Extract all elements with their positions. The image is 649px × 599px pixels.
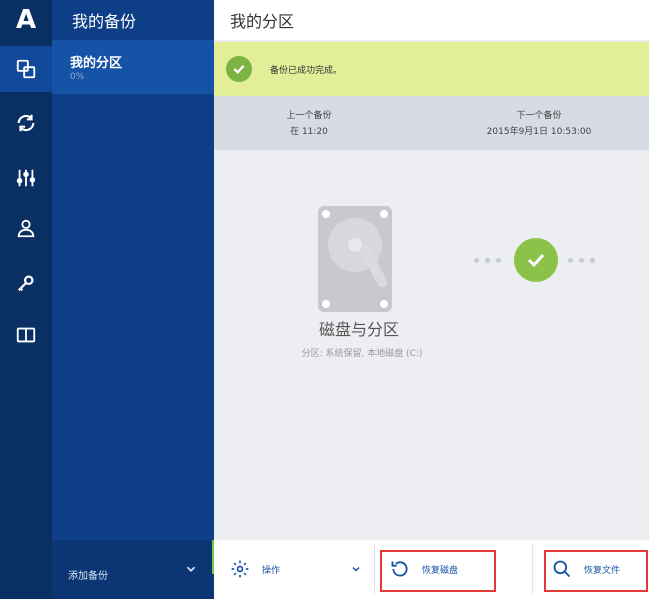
- sidebar-item-label: 我的分区: [70, 56, 123, 71]
- connector-dot: [568, 258, 573, 263]
- rail-item-sync[interactable]: [0, 100, 52, 146]
- connector-dot: [496, 258, 501, 263]
- source-name: 磁盘与分区: [318, 320, 399, 339]
- success-banner: 备份已成功完成。: [214, 42, 649, 96]
- rail-item-backup[interactable]: [0, 46, 52, 92]
- next-backup-label: 下一个备份: [516, 111, 562, 121]
- action-toolbar: 操作 恢复磁盘 恢复文件: [214, 540, 649, 599]
- rail-item-book[interactable]: [0, 312, 52, 358]
- icon-rail: A: [0, 0, 52, 599]
- hard-disk-icon[interactable]: [318, 206, 392, 312]
- backup-icon: [16, 59, 36, 79]
- add-backup-label: 添加备份: [68, 571, 108, 582]
- backup-schedule-info: 上一个备份 在 11:20 下一个备份 2015年9月1日 10:53:00: [214, 96, 649, 150]
- operations-label: 操作: [262, 565, 281, 576]
- divider: [374, 544, 375, 594]
- tools-icon: [16, 169, 36, 187]
- rail-item-tools[interactable]: [0, 155, 52, 201]
- account-icon: [17, 219, 35, 238]
- sidebar-title: 我的备份: [72, 12, 137, 31]
- connector-dot: [474, 258, 479, 263]
- backup-status-check-icon: [514, 238, 558, 282]
- source-details: 分区: 系统保留, 本地磁盘 (C:): [301, 349, 423, 359]
- next-backup: 下一个备份 2015年9月1日 10:53:00: [464, 108, 614, 140]
- backup-sidebar: 我的备份 我的分区 0% 添加备份: [52, 0, 214, 599]
- sidebar-item-progress: 0%: [70, 72, 85, 82]
- sync-icon: [17, 114, 35, 132]
- rail-item-key[interactable]: [0, 260, 52, 306]
- main-header: 我的分区: [214, 0, 649, 40]
- rail-item-account[interactable]: [0, 205, 52, 251]
- highlight-box: [544, 550, 648, 592]
- gear-icon: [231, 560, 249, 578]
- connector-dot: [485, 258, 490, 263]
- key-icon: [17, 275, 34, 292]
- connector-dot: [579, 258, 584, 263]
- chevron-down-icon: [186, 566, 196, 572]
- book-icon: [16, 327, 36, 343]
- app-logo: A: [15, 5, 37, 35]
- last-backup-label: 上一个备份: [286, 111, 332, 121]
- highlight-box: [380, 550, 496, 592]
- divider: [532, 544, 533, 594]
- add-backup-button[interactable]: 添加备份: [52, 540, 214, 599]
- last-backup-value: 在 11:20: [290, 127, 328, 137]
- banner-message: 备份已成功完成。: [270, 66, 343, 76]
- main-panel: 我的分区 备份已成功完成。 上一个备份 在 11:20 下一个备份 2015年9…: [214, 0, 649, 599]
- next-backup-value: 2015年9月1日 10:53:00: [486, 127, 592, 137]
- connector-dot: [590, 258, 595, 263]
- operations-button[interactable]: 操作: [230, 546, 370, 592]
- chevron-down-icon: [352, 566, 360, 572]
- last-backup: 上一个备份 在 11:20: [244, 108, 374, 140]
- sidebar-item-my-partitions[interactable]: 我的分区 0%: [52, 40, 214, 94]
- check-circle-icon: [226, 56, 252, 82]
- page-title: 我的分区: [230, 12, 295, 31]
